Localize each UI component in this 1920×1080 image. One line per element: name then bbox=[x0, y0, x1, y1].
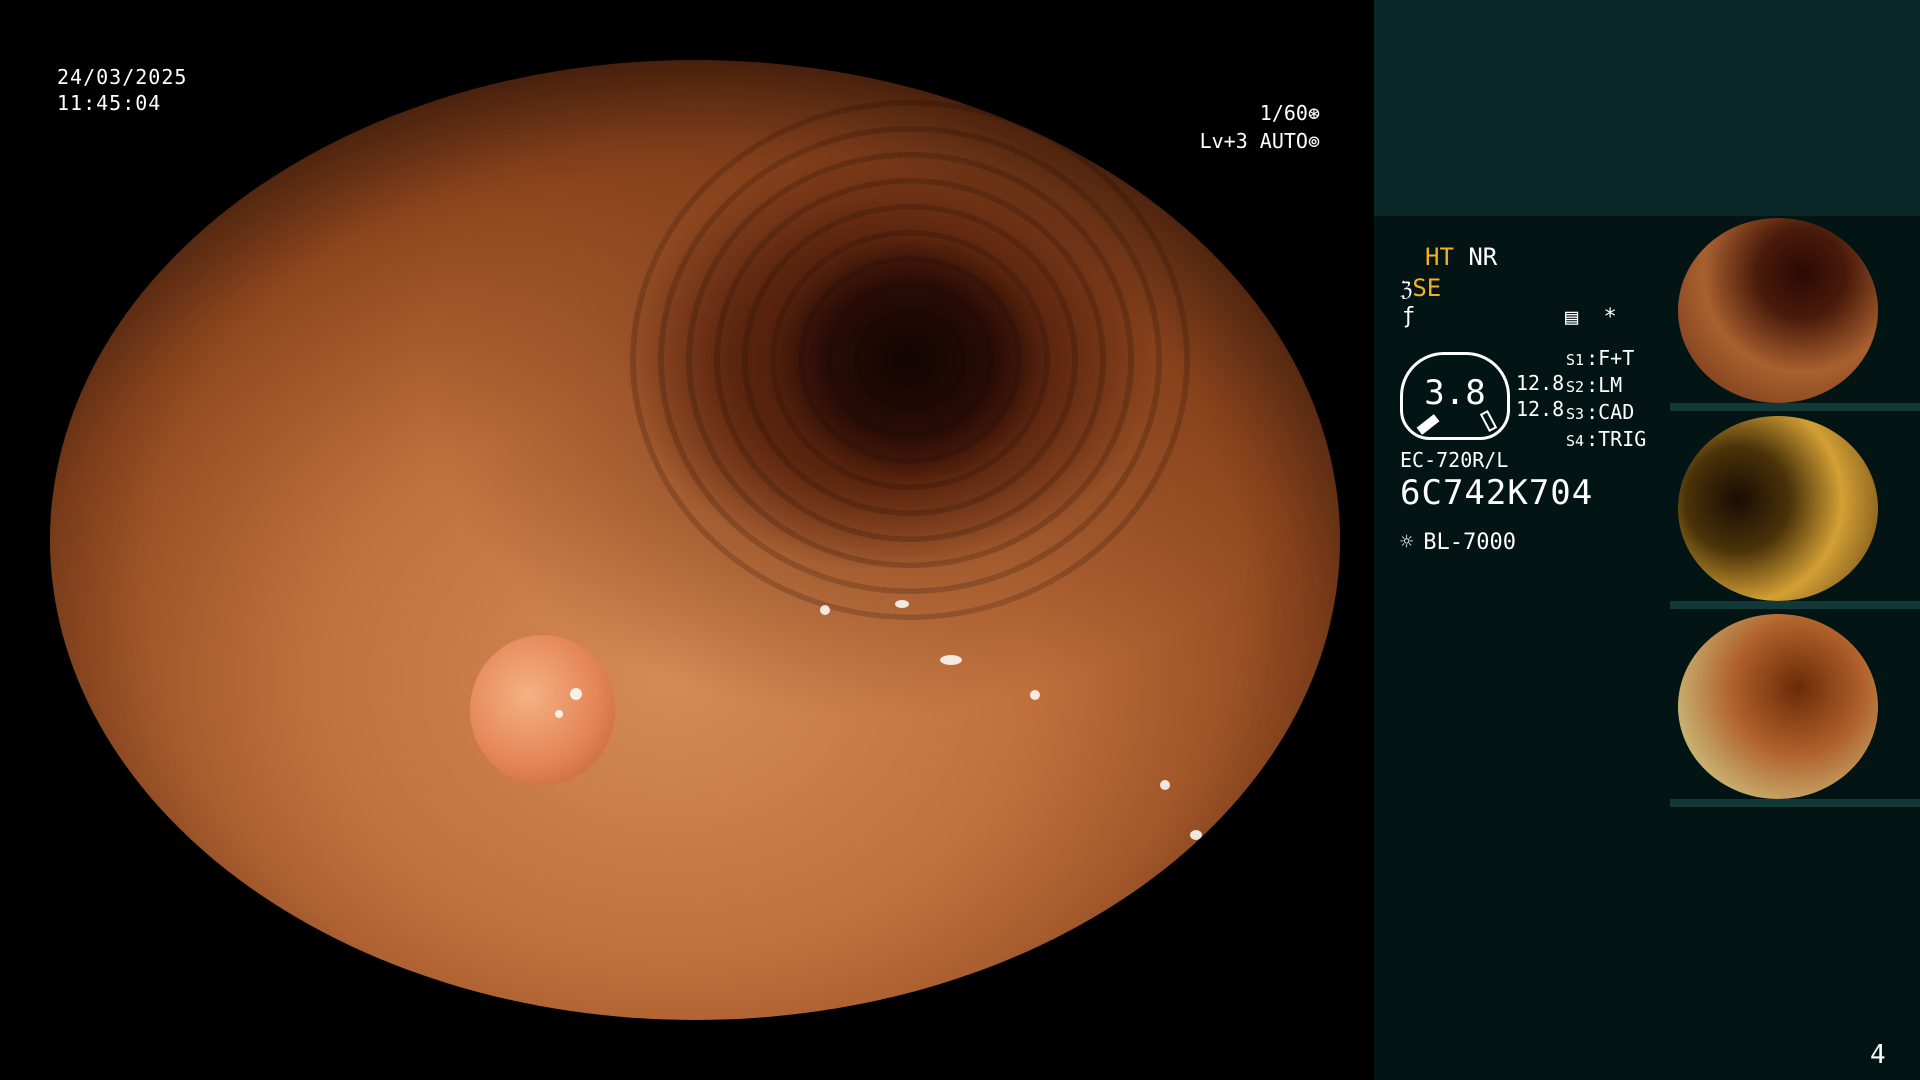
gauge-side-top: 12.8 bbox=[1516, 371, 1565, 395]
f-curve-icon: ƒ bbox=[1402, 304, 1416, 329]
preset-item: S3:CAD bbox=[1566, 400, 1635, 424]
specular-highlight bbox=[895, 600, 909, 608]
mode-row-record: ▤ * bbox=[1565, 305, 1617, 330]
thumbnail-image bbox=[1678, 416, 1878, 601]
preset-item: S1:F+T bbox=[1566, 346, 1635, 370]
thumbnail-image bbox=[1678, 218, 1878, 403]
gauge-needle bbox=[1416, 414, 1440, 435]
thumbnail-1[interactable] bbox=[1670, 216, 1920, 411]
thumbnail-footer bbox=[1670, 601, 1920, 609]
ht-mode: HT bbox=[1425, 243, 1454, 271]
thumbnail-3[interactable] bbox=[1670, 612, 1920, 807]
exposure-readout: 1/60⊛ Lv+3 AUTO⊚ bbox=[1180, 99, 1320, 155]
preset-list: S1:F+T S2:LM S3:CAD S4:TRIG bbox=[1566, 346, 1646, 454]
specular-highlight bbox=[555, 710, 563, 718]
thumbnail-footer bbox=[1670, 403, 1920, 411]
scope-serial: 6C742K704 bbox=[1400, 473, 1594, 513]
nr-mode: NR bbox=[1468, 243, 1498, 271]
shutter-text: 1/60 bbox=[1259, 101, 1308, 125]
specular-highlight bbox=[1190, 830, 1202, 840]
se-mode: SE bbox=[1412, 274, 1442, 302]
specular-highlight bbox=[1030, 690, 1040, 700]
specular-highlight bbox=[940, 655, 962, 665]
datetime-readout: 24/03/2025 11:45:04 bbox=[57, 64, 187, 116]
light-source: ☼ BL-7000 bbox=[1400, 530, 1516, 555]
gauge-side-values: 12.8 12.8 bbox=[1516, 370, 1564, 422]
date-text: 24/03/2025 bbox=[57, 65, 188, 89]
preset-item: S4:TRIG bbox=[1566, 427, 1647, 451]
gauge-side-bottom: 12.8 bbox=[1516, 397, 1565, 421]
record-icon: ▤ bbox=[1565, 305, 1579, 330]
specular-highlight bbox=[1160, 780, 1170, 790]
light-source-text: BL-7000 bbox=[1423, 530, 1516, 555]
page-number: 4 bbox=[1870, 1040, 1886, 1070]
time-text: 11:45:04 bbox=[57, 91, 162, 115]
mode-row-se: ℨSE bbox=[1400, 274, 1441, 302]
thumbnail-footer bbox=[1670, 799, 1920, 807]
mode-row-ht-nr: HT NR bbox=[1425, 243, 1497, 271]
specular-highlight bbox=[820, 605, 830, 615]
polyp-lesion bbox=[470, 635, 615, 785]
specular-highlight bbox=[570, 688, 582, 700]
structure-enhance-icon: ℨ bbox=[1400, 277, 1413, 301]
thumbnail-image bbox=[1678, 614, 1878, 799]
scope-model: EC-720R/L bbox=[1400, 448, 1509, 472]
exposure-text: Lv+3 AUTO bbox=[1199, 129, 1308, 153]
gauge-marker bbox=[1479, 410, 1498, 432]
iris-icon: ⊚ bbox=[1307, 129, 1320, 153]
shutter-icon: ⊛ bbox=[1307, 101, 1320, 125]
endoscope-view bbox=[50, 60, 1340, 1020]
mode-row-f: ƒ bbox=[1402, 304, 1415, 329]
magnification-gauge: 3.8 bbox=[1400, 352, 1510, 440]
gauge-value: 3.8 bbox=[1424, 373, 1486, 413]
preset-item: S2:LM bbox=[1566, 373, 1623, 397]
star-mark: * bbox=[1603, 305, 1617, 330]
lamp-icon: ☼ bbox=[1400, 530, 1414, 555]
thumbnail-2[interactable] bbox=[1670, 414, 1920, 609]
side-panel-header bbox=[1374, 0, 1920, 216]
